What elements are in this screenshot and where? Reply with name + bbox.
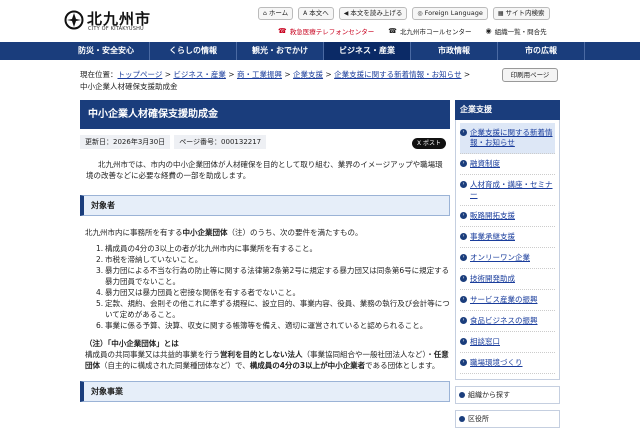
logo-subtitle: CITY OF KITAKYUSHU (88, 26, 144, 32)
sidebar-item[interactable]: › オンリーワン企業 (460, 248, 555, 269)
page-meta: 更新日：2026年3月30日 ページ番号：000132217 X ポスト (80, 135, 450, 157)
list-item: 3. 暴力団による不当な行為の防止等に関する法律第2条第2号に規定する暴力団又は同… (96, 266, 450, 286)
list-item: 4. 暴力団又は暴力団員と密接な関係を有する者でないこと。 (96, 288, 300, 297)
note-heading: （注）「中小企業団体」とは (85, 339, 179, 348)
bullet-icon (459, 416, 465, 422)
arrow-icon: › (460, 296, 467, 303)
gnav-business[interactable]: ビジネス・産業 (324, 42, 411, 60)
speaker-icon: ◀ (343, 10, 349, 17)
sidebar-title: 企業支援 (455, 100, 560, 120)
sidebar-item[interactable]: › 人材育成・講座・セミナー (460, 175, 555, 206)
breadcrumb-link[interactable]: 商・工業振興 (237, 70, 282, 79)
main-content: 中小企業人材確保支援助成金 更新日：2026年3月30日 ページ番号：00013… (80, 100, 450, 402)
search-by-organization-link[interactable]: 組織から探す (455, 386, 560, 404)
globe-icon: ◎ (417, 10, 423, 17)
global-nav: 防災・安全安心 くらしの情報 観光・おでかけ ビジネス・産業 市政情報 市の広報 (0, 42, 640, 60)
arrow-icon: › (460, 160, 467, 167)
arrow-icon: › (460, 181, 467, 188)
city-emblem-icon (64, 10, 84, 30)
arrow-icon: › (460, 359, 467, 366)
arrow-icon: › (460, 338, 467, 345)
ward-office-link[interactable]: 区役所 (455, 410, 560, 428)
list-item: 2. 市税を滞納していないこと。 (96, 255, 203, 264)
gnav-living[interactable]: くらしの情報 (150, 42, 237, 60)
updated-date: 更新日：2026年3月30日 (80, 135, 171, 149)
list-item: 6. 事業に係る予算、決算、収支に関する帳簿等を備え、適切に運営されていると認めら… (96, 321, 428, 330)
arrow-icon: › (460, 129, 467, 136)
skip-to-content-button[interactable]: A 本文へ (298, 7, 334, 20)
arrow-icon: › (460, 212, 467, 219)
city-logo[interactable]: 北九州市 CITY OF KITAKYUSHU (64, 8, 164, 34)
site-header: 北九州市 CITY OF KITAKYUSHU ⌂ ホーム A 本文へ ◀ 本文を読み… (0, 0, 640, 42)
phone-icon: ☎ (278, 27, 287, 35)
phone-icon: ☎ (388, 27, 397, 35)
print-page-button[interactable]: 印刷用ページ (502, 68, 558, 82)
gnav-city-info[interactable]: 市政情報 (411, 42, 498, 60)
sidebar-item[interactable]: › 食品ビジネスの振興 (460, 311, 555, 332)
arrow-icon: › (460, 233, 467, 240)
eligibility-text: 北九州市内に事務所を有する中小企業団体（注）のうち、次の要件を満たすもの。 (85, 228, 363, 237)
page-title: 中小企業人材確保支援助成金 (80, 100, 450, 129)
arrow-icon: › (460, 254, 467, 261)
sidebar-item[interactable]: › 融資制度 (460, 154, 555, 175)
arrow-icon: › (460, 275, 467, 282)
site-search-button[interactable]: ▦ サイト内検索 (492, 7, 550, 20)
sidebar-item[interactable]: › 技術開発助成 (460, 269, 555, 290)
bullet-icon (459, 392, 465, 398)
arrow-icon: › (460, 317, 467, 324)
section-heading-target-projects: 対象事業 (80, 381, 450, 402)
sidebar-item[interactable]: › 販路開拓支援 (460, 206, 555, 227)
breadcrumb-current: 中小企業人材確保支援助成金 (80, 82, 178, 91)
breadcrumb-link[interactable]: トップページ (118, 70, 163, 79)
sidebar-item[interactable]: › サービス産業の振興 (460, 290, 555, 311)
section-heading-eligibility: 対象者 (80, 195, 450, 216)
home-icon: ⌂ (263, 10, 267, 17)
contact-links: ☎ 救急医療テレフォンセンター ☎ 北九州市コールセンター ◉ 組織一覧・問合先 (278, 26, 547, 36)
read-aloud-button[interactable]: ◀ 本文を読み上げる (338, 7, 408, 20)
note-text: 構成員の共同事業又は共益的事業を行う営利を目的としない法人（事業協同組合や一般社… (85, 350, 449, 370)
home-button[interactable]: ⌂ ホーム (258, 7, 294, 20)
organization-list-link[interactable]: ◉ 組織一覧・問合先 (485, 26, 546, 36)
foreign-language-button[interactable]: ◎ Foreign Language (412, 7, 488, 20)
gnav-public-relations[interactable]: 市の広報 (498, 42, 585, 60)
sidebar-item[interactable]: › 職場環境づくり (460, 353, 555, 374)
call-center-link[interactable]: ☎ 北九州市コールセンター (388, 26, 471, 36)
gnav-disaster[interactable]: 防災・安全安心 (63, 42, 150, 60)
sidebar-item[interactable]: › 企業支援に関する新着情報・お知らせ (460, 123, 555, 154)
emergency-tel-link[interactable]: ☎ 救急医療テレフォンセンター (278, 26, 374, 36)
sidebar-item[interactable]: › 相談窓口 (460, 332, 555, 353)
gnav-tourism[interactable]: 観光・おでかけ (237, 42, 324, 60)
sitemap-icon: ▦ (497, 10, 504, 17)
breadcrumb-link[interactable]: 企業支援 (293, 70, 323, 79)
page-number: ページ番号：000132217 (174, 135, 267, 149)
utility-nav: ⌂ ホーム A 本文へ ◀ 本文を読み上げる ◎ Foreign Language ▦ サ… (258, 7, 550, 20)
org-icon: ◉ (485, 27, 492, 35)
intro-text: 北九州市では、市内の中小企業団体が人材確保を目的として取り組む、業界のイメージア… (86, 160, 443, 180)
breadcrumb-link[interactable]: ビジネス・産業 (173, 70, 226, 79)
breadcrumb: 現在位置：トップページ > ビジネス・産業 > 商・工業振興 > 企業支援 > … (80, 70, 471, 91)
sidebar-list: › 企業支援に関する新着情報・お知らせ › 融資制度 › 人材育成・講座・セミナー ›… (455, 120, 560, 380)
breadcrumb-link[interactable]: 企業支援に関する新着情報・お知らせ (334, 70, 461, 79)
x-post-button[interactable]: X ポスト (411, 138, 446, 149)
list-item: 5. 定款、規約、会則その他これに準ずる規程に、設立目的、事業内容、役員、業務の執… (96, 299, 450, 319)
sidebar: 企業支援 › 企業支援に関する新着情報・お知らせ › 融資制度 › 人材育成・講座・セ… (455, 100, 560, 428)
requirements-list: 1. 構成員の4分の3以上の者が北九州市内に事業所を有すること。 2. 市税を滞納し… (80, 243, 450, 331)
sidebar-item[interactable]: › 事業承継支援 (460, 227, 555, 248)
list-item: 1. 構成員の4分の3以上の者が北九州市内に事業所を有すること。 (96, 244, 318, 253)
text-size-icon: A (303, 10, 308, 17)
